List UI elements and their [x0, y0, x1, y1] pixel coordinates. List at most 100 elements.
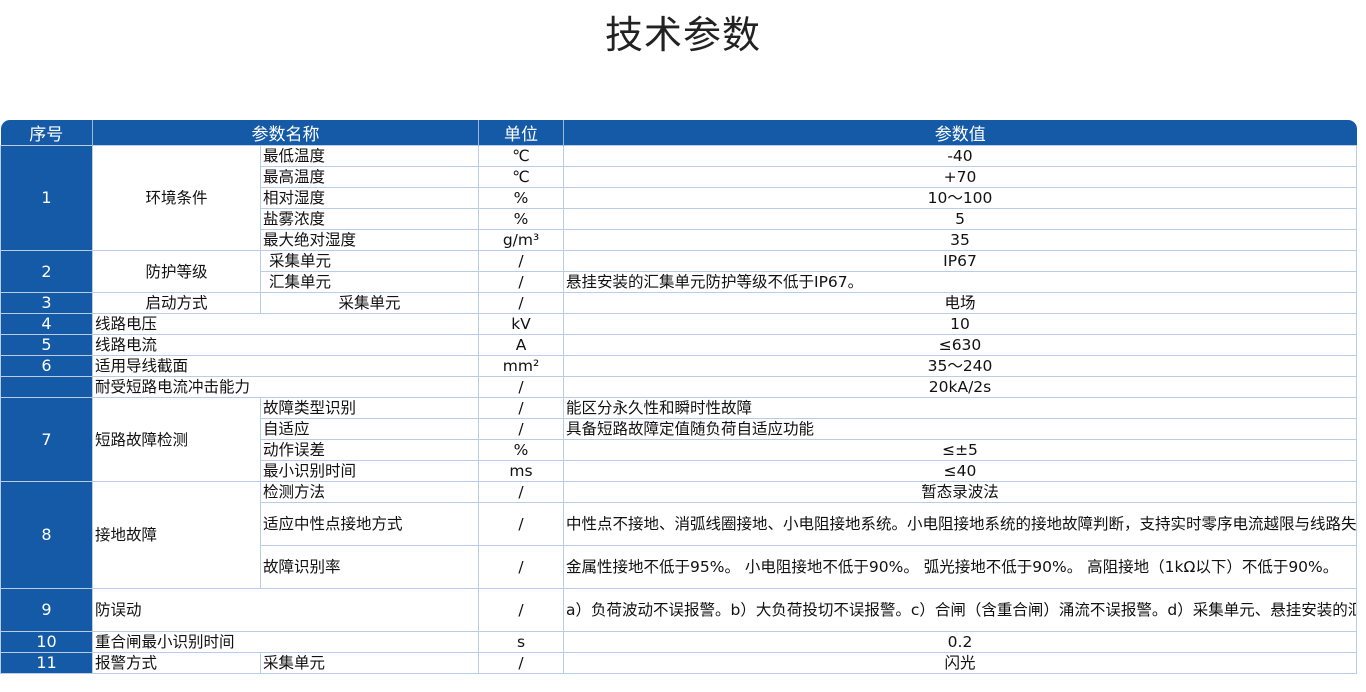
param-unit: / [478, 376, 564, 398]
row-seq: 9 [0, 588, 93, 632]
param-unit: A [478, 334, 564, 356]
param-unit: % [478, 208, 564, 230]
param-sub: 采集单元 [260, 652, 479, 674]
table-header-row: 序号 参数名称 单位 参数值 [0, 120, 1357, 146]
param-unit: / [478, 481, 564, 503]
param-value: 中性点不接地、消弧线圈接地、小电阻接地系统。小电阻接地系统的接地故障判断，支持实… [563, 502, 1357, 546]
table-row: 10 重合闸最小识别时间 s 0.2 [0, 631, 1357, 653]
row-seq: 6 [0, 355, 93, 377]
param-value: ≤±5 [563, 439, 1357, 461]
row-seq: 10 [0, 631, 93, 653]
header-seq: 序号 [0, 120, 93, 146]
param-sub: 最高温度 [260, 166, 479, 188]
row-seq: 4 [0, 313, 93, 335]
param-unit: mm² [478, 355, 564, 377]
table-row: 3 启动方式 采集单元 / 电场 [0, 292, 1357, 314]
param-unit: / [478, 292, 564, 314]
param-value: 能区分永久性和瞬时性故障 [563, 397, 1357, 419]
param-sub: 采集单元 [260, 250, 479, 272]
param-value: 0.2 [563, 631, 1357, 653]
param-unit: ℃ [478, 145, 564, 167]
table-row: 11 报警方式 采集单元 / 闪光 [0, 652, 1357, 674]
row-seq: 1 [0, 145, 93, 251]
param-unit: / [478, 502, 564, 546]
param-unit: / [478, 418, 564, 440]
param-unit: / [478, 652, 564, 674]
table-row: 9 防误动 / a）负荷波动不误报警。b）大负荷投切不误报警。c）合闸（含重合闸… [0, 588, 1357, 632]
table-row: 1 环境条件 最低温度 ℃ -40 [0, 145, 1357, 251]
param-value: -40 [563, 145, 1357, 167]
param-sub: 检测方法 [260, 481, 479, 503]
param-value: +70 [563, 166, 1357, 188]
param-unit: / [478, 271, 564, 293]
table-row: 8 接地故障 检测方法 / 暂态录波法 [0, 481, 1357, 589]
param-value: 闪光 [563, 652, 1357, 674]
param-name: 启动方式 [92, 292, 261, 314]
header-value: 参数值 [563, 120, 1357, 146]
param-value: 35～240 [563, 355, 1357, 377]
parameters-table: 序号 参数名称 单位 参数值 1 环境条件 最低温度 ℃ -40 最高温度 ℃ … [0, 120, 1357, 674]
param-unit: / [478, 545, 564, 589]
param-unit: ms [478, 460, 564, 482]
param-sub: 最大绝对湿度 [260, 229, 479, 251]
param-value: 电场 [563, 292, 1357, 314]
row-seq-empty [0, 376, 93, 398]
param-unit: / [478, 588, 564, 632]
param-unit: % [478, 439, 564, 461]
param-unit: / [478, 397, 564, 419]
row-seq: 5 [0, 334, 93, 356]
param-sub: 最低温度 [260, 145, 479, 167]
param-unit: kV [478, 313, 564, 335]
row-seq: 8 [0, 481, 93, 589]
page-title: 技术参数 [604, 13, 761, 57]
param-unit: g/m³ [478, 229, 564, 251]
param-name: 环境条件 [92, 145, 261, 251]
table-row: 6 适用导线截面 mm² 35～240 [0, 355, 1357, 377]
table-row: 7 短路故障检测 故障类型识别 / 能区分永久性和瞬时性故障 [0, 397, 1357, 482]
param-value: 35 [563, 229, 1357, 251]
param-name: 防护等级 [92, 250, 261, 293]
table-row: 4 线路电压 kV 10 [0, 313, 1357, 335]
param-sub: 盐雾浓度 [260, 208, 479, 230]
param-name: 线路电流 [92, 334, 479, 356]
param-sub: 故障识别率 [260, 545, 479, 589]
param-name: 线路电压 [92, 313, 479, 335]
table-row: 5 线路电流 A ≤630 [0, 334, 1357, 356]
param-sub: 自适应 [260, 418, 479, 440]
param-unit: % [478, 187, 564, 209]
param-name: 耐受短路电流冲击能力 [92, 376, 479, 398]
param-sub: 最小识别时间 [260, 460, 479, 482]
header-unit: 单位 [478, 120, 564, 146]
param-name: 接地故障 [92, 481, 261, 589]
param-value: 10～100 [563, 187, 1357, 209]
param-value: a）负荷波动不误报警。b）大负荷投切不误报警。c）合闸（含重合闸）涌流不误报警。… [563, 588, 1357, 632]
param-value: 5 [563, 208, 1357, 230]
param-name: 适用导线截面 [92, 355, 479, 377]
param-name: 报警方式 [92, 652, 261, 674]
param-value: IP67 [563, 250, 1357, 272]
table-row: 耐受短路电流冲击能力 / 20kA/2s [0, 376, 1357, 398]
param-value: ≤40 [563, 460, 1357, 482]
param-unit: s [478, 631, 564, 653]
param-value: 金属性接地不低于95%。 小电阻接地不低于90%。 弧光接地不低于90%。 高阻… [563, 545, 1357, 589]
param-value: 10 [563, 313, 1357, 335]
param-sub: 动作误差 [260, 439, 479, 461]
row-seq: 2 [0, 250, 93, 293]
param-unit: / [478, 250, 564, 272]
param-value: 20kA/2s [563, 376, 1357, 398]
param-sub: 相对湿度 [260, 187, 479, 209]
param-sub: 采集单元 [260, 292, 479, 314]
param-sub: 汇集单元 [260, 271, 479, 293]
table-row: 2 防护等级 采集单元 / IP67 [0, 250, 1357, 293]
param-value: ≤630 [563, 334, 1357, 356]
param-value: 具备短路故障定值随负荷自适应功能 [563, 418, 1357, 440]
param-value: 悬挂安装的汇集单元防护等级不低于IP67。 [563, 271, 1357, 293]
param-name: 重合闸最小识别时间 [92, 631, 479, 653]
param-value: 暂态录波法 [563, 481, 1357, 503]
param-sub: 适应中性点接地方式 [260, 502, 479, 546]
param-sub: 故障类型识别 [260, 397, 479, 419]
header-name: 参数名称 [92, 120, 479, 146]
param-unit: ℃ [478, 166, 564, 188]
row-seq: 3 [0, 292, 93, 314]
row-seq: 7 [0, 397, 93, 482]
